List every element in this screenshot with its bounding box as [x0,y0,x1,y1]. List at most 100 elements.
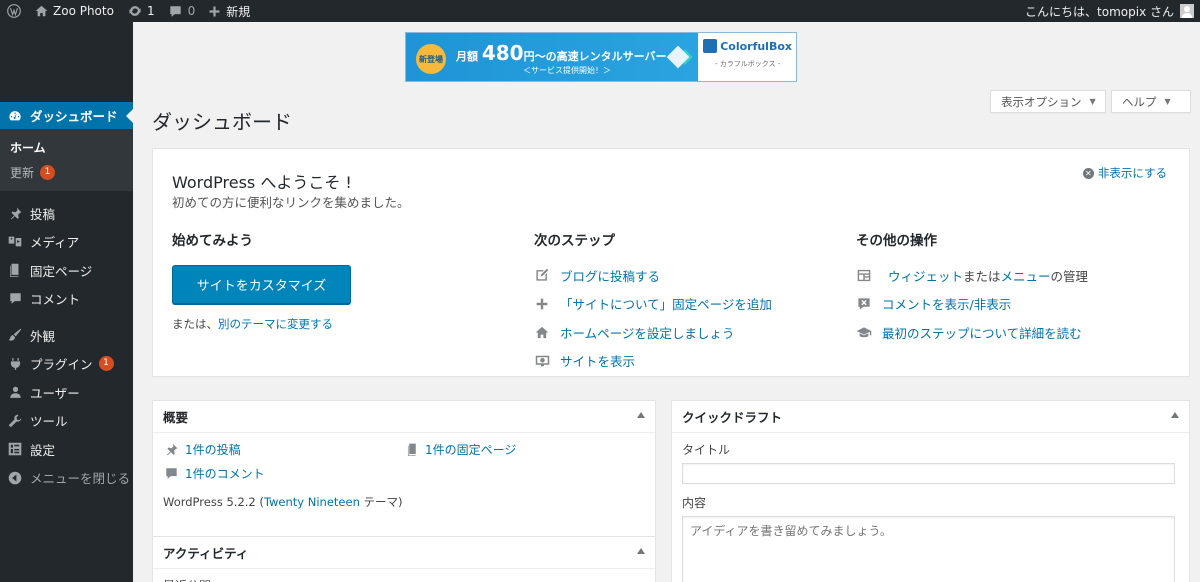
recently-published-heading: 最近公開 [153,569,655,582]
comments-link[interactable]: 0 [162,0,203,22]
comment-bubble-icon [169,5,181,17]
sidebar-item-label: 固定ページ [30,263,93,279]
banner-price: 480 [481,41,524,65]
draft-title-input[interactable] [682,463,1175,484]
sidebar-item-label: メディア [30,235,80,251]
pin-icon [8,206,22,220]
plus-icon [534,296,550,312]
ad-banner[interactable]: 新登場 月額 480円～の高速レンタルサーバー ＜サービス提供開始！＞ Colo… [405,32,797,82]
version-prefix: WordPress 5.2.2 ( [163,495,264,509]
sidebar-item-label: 設定 [30,442,56,458]
updates-count: 1 [146,4,155,18]
dismiss-label: 非表示にする [1097,166,1167,180]
widgets-link[interactable]: ウィジェット [888,266,963,285]
dismiss-link[interactable]: ✕ 非表示にする [1082,165,1167,181]
dashboard-icon [8,109,22,123]
main-content: 新登場 月額 480円～の高速レンタルサーバー ＜サービス提供開始！＞ Colo… [133,22,1200,582]
add-about-page-link[interactable]: 「サイトについて」固定ページを追加 [534,290,834,319]
sidebar-item-tools[interactable]: ツール [0,407,133,436]
account-menu[interactable]: こんにちは、tomopix さん [1025,0,1194,22]
change-theme-text: または、別のテーマに変更する [172,316,512,332]
comment-icon [166,468,177,479]
widget-header[interactable]: クイックドラフト [672,401,1189,433]
widget-title: アクティビティ [163,546,249,561]
collapse-toggle-icon[interactable] [637,548,645,554]
banner-badge: 新登場 [416,44,446,74]
welcome-about: 初めての方に便利なリンクを集めました。 [172,195,410,210]
link-label: コメントを表示/非表示 [882,297,1012,313]
welcome-column-next-steps: 次のステップ ブログに投稿する 「サイトについて」固定ページを追加 ホームページ… [534,229,834,375]
sidebar-item-plugins[interactable]: プラグイン 1 [0,350,133,379]
wrench-icon [8,414,22,428]
link-label: サイトを表示 [560,354,636,370]
screen-options-button[interactable]: 表示オプション ▼ [990,90,1106,113]
pages-count: 1件の固定ページ [425,443,517,457]
submenu-item-home[interactable]: ホーム [0,135,133,160]
sidebar-item-label: ダッシュボード [30,109,118,124]
sidebar-item-comments[interactable]: コメント [0,285,133,314]
brush-icon [8,328,22,342]
new-content-link[interactable]: 新規 [202,0,257,22]
activity-widget: アクティビティ 最近公開 [152,536,656,582]
sidebar-item-appearance[interactable]: 外観 [0,321,133,350]
setup-homepage-link[interactable]: ホームページを設定しましょう [534,318,834,347]
site-name-link[interactable]: Zoo Photo [28,0,121,22]
sidebar-item-settings[interactable]: 設定 [0,435,133,464]
change-theme-link[interactable]: 別のテーマに変更する [218,317,333,331]
help-button[interactable]: ヘルプ ▼ [1111,90,1191,113]
content-label: 内容 [682,496,707,510]
widget-header[interactable]: 概要 [153,401,655,433]
draft-content-textarea[interactable] [682,516,1175,582]
welcome-panel: WordPress へようこそ ! 初めての方に便利なリンクを集めました。 ✕ … [152,148,1190,377]
education-icon [856,324,872,340]
pages-count-link[interactable]: 1件の固定ページ [407,441,516,458]
edit-icon [534,267,550,283]
page-icon [8,263,22,278]
sidebar-item-posts[interactable]: 投稿 [0,199,133,228]
column-heading: その他の操作 [856,233,937,249]
banner-prefix: 月額 [456,50,478,63]
widget-header[interactable]: アクティビティ [153,537,655,569]
help-label: ヘルプ [1122,94,1157,109]
home-icon [35,5,48,17]
welcome-column-get-started: 始めてみよう サイトをカスタマイズ または、別のテーマに変更する [172,229,512,332]
write-post-link[interactable]: ブログに投稿する [534,261,834,290]
toggle-comments-link[interactable]: コメントを表示/非表示 [856,290,1176,319]
theme-link[interactable]: Twenty Nineteen [264,495,360,509]
submenu-item-updates[interactable]: 更新 1 [0,160,133,185]
comments-count: 0 [187,4,196,18]
collapse-toggle-icon[interactable] [637,412,645,418]
page-icon [407,443,416,456]
menus-link[interactable]: メニュー [1001,266,1051,285]
posts-count-link[interactable]: 1件の投稿 [165,441,241,458]
view-icon [534,353,550,369]
sidebar-item-label: 外観 [30,328,56,344]
collapse-menu-button[interactable]: メニューを閉じる [0,464,133,493]
site-name: Zoo Photo [53,4,114,18]
admin-bar: Zoo Photo 1 0 新規 こんにちは、tomopix さん [0,0,1200,22]
sidebar-item-users[interactable]: ユーザー [0,378,133,407]
learn-more-link[interactable]: 最初のステップについて詳細を読む [856,318,1176,347]
banner-brand-sub: - カラフルボックス - [714,60,781,68]
comments-count-link[interactable]: 1件のコメント [165,465,265,482]
user-icon [8,385,22,399]
submenu-label: 更新 [10,166,35,180]
sidebar-item-media[interactable]: メディア [0,228,133,257]
updates-link[interactable]: 1 [121,0,162,22]
link-label: ブログに投稿する [560,268,661,284]
greeting: こんにちは、tomopix さん [1025,4,1174,19]
column-heading: 始めてみよう [172,233,253,249]
collapse-toggle-icon[interactable] [1171,412,1179,418]
updates-icon [129,6,141,16]
wordpress-logo-icon[interactable] [0,0,28,22]
caret-down-icon: ▼ [1164,97,1171,106]
banner-headline: 月額 480円～の高速レンタルサーバー [456,41,666,65]
plugin-icon [8,357,22,371]
sidebar-item-dashboard[interactable]: ダッシュボード [0,102,133,129]
link-label: 最初のステップについて詳細を読む [882,325,1082,341]
customize-site-button[interactable]: サイトをカスタマイズ [172,265,351,304]
view-site-link[interactable]: サイトを表示 [534,347,834,376]
sidebar-item-pages[interactable]: 固定ページ [0,256,133,285]
comment-x-icon [856,296,872,312]
at-a-glance-widget: 概要 1件の投稿 1件の固定ページ 1件のコメント WordPress 5.2.… [152,400,656,541]
